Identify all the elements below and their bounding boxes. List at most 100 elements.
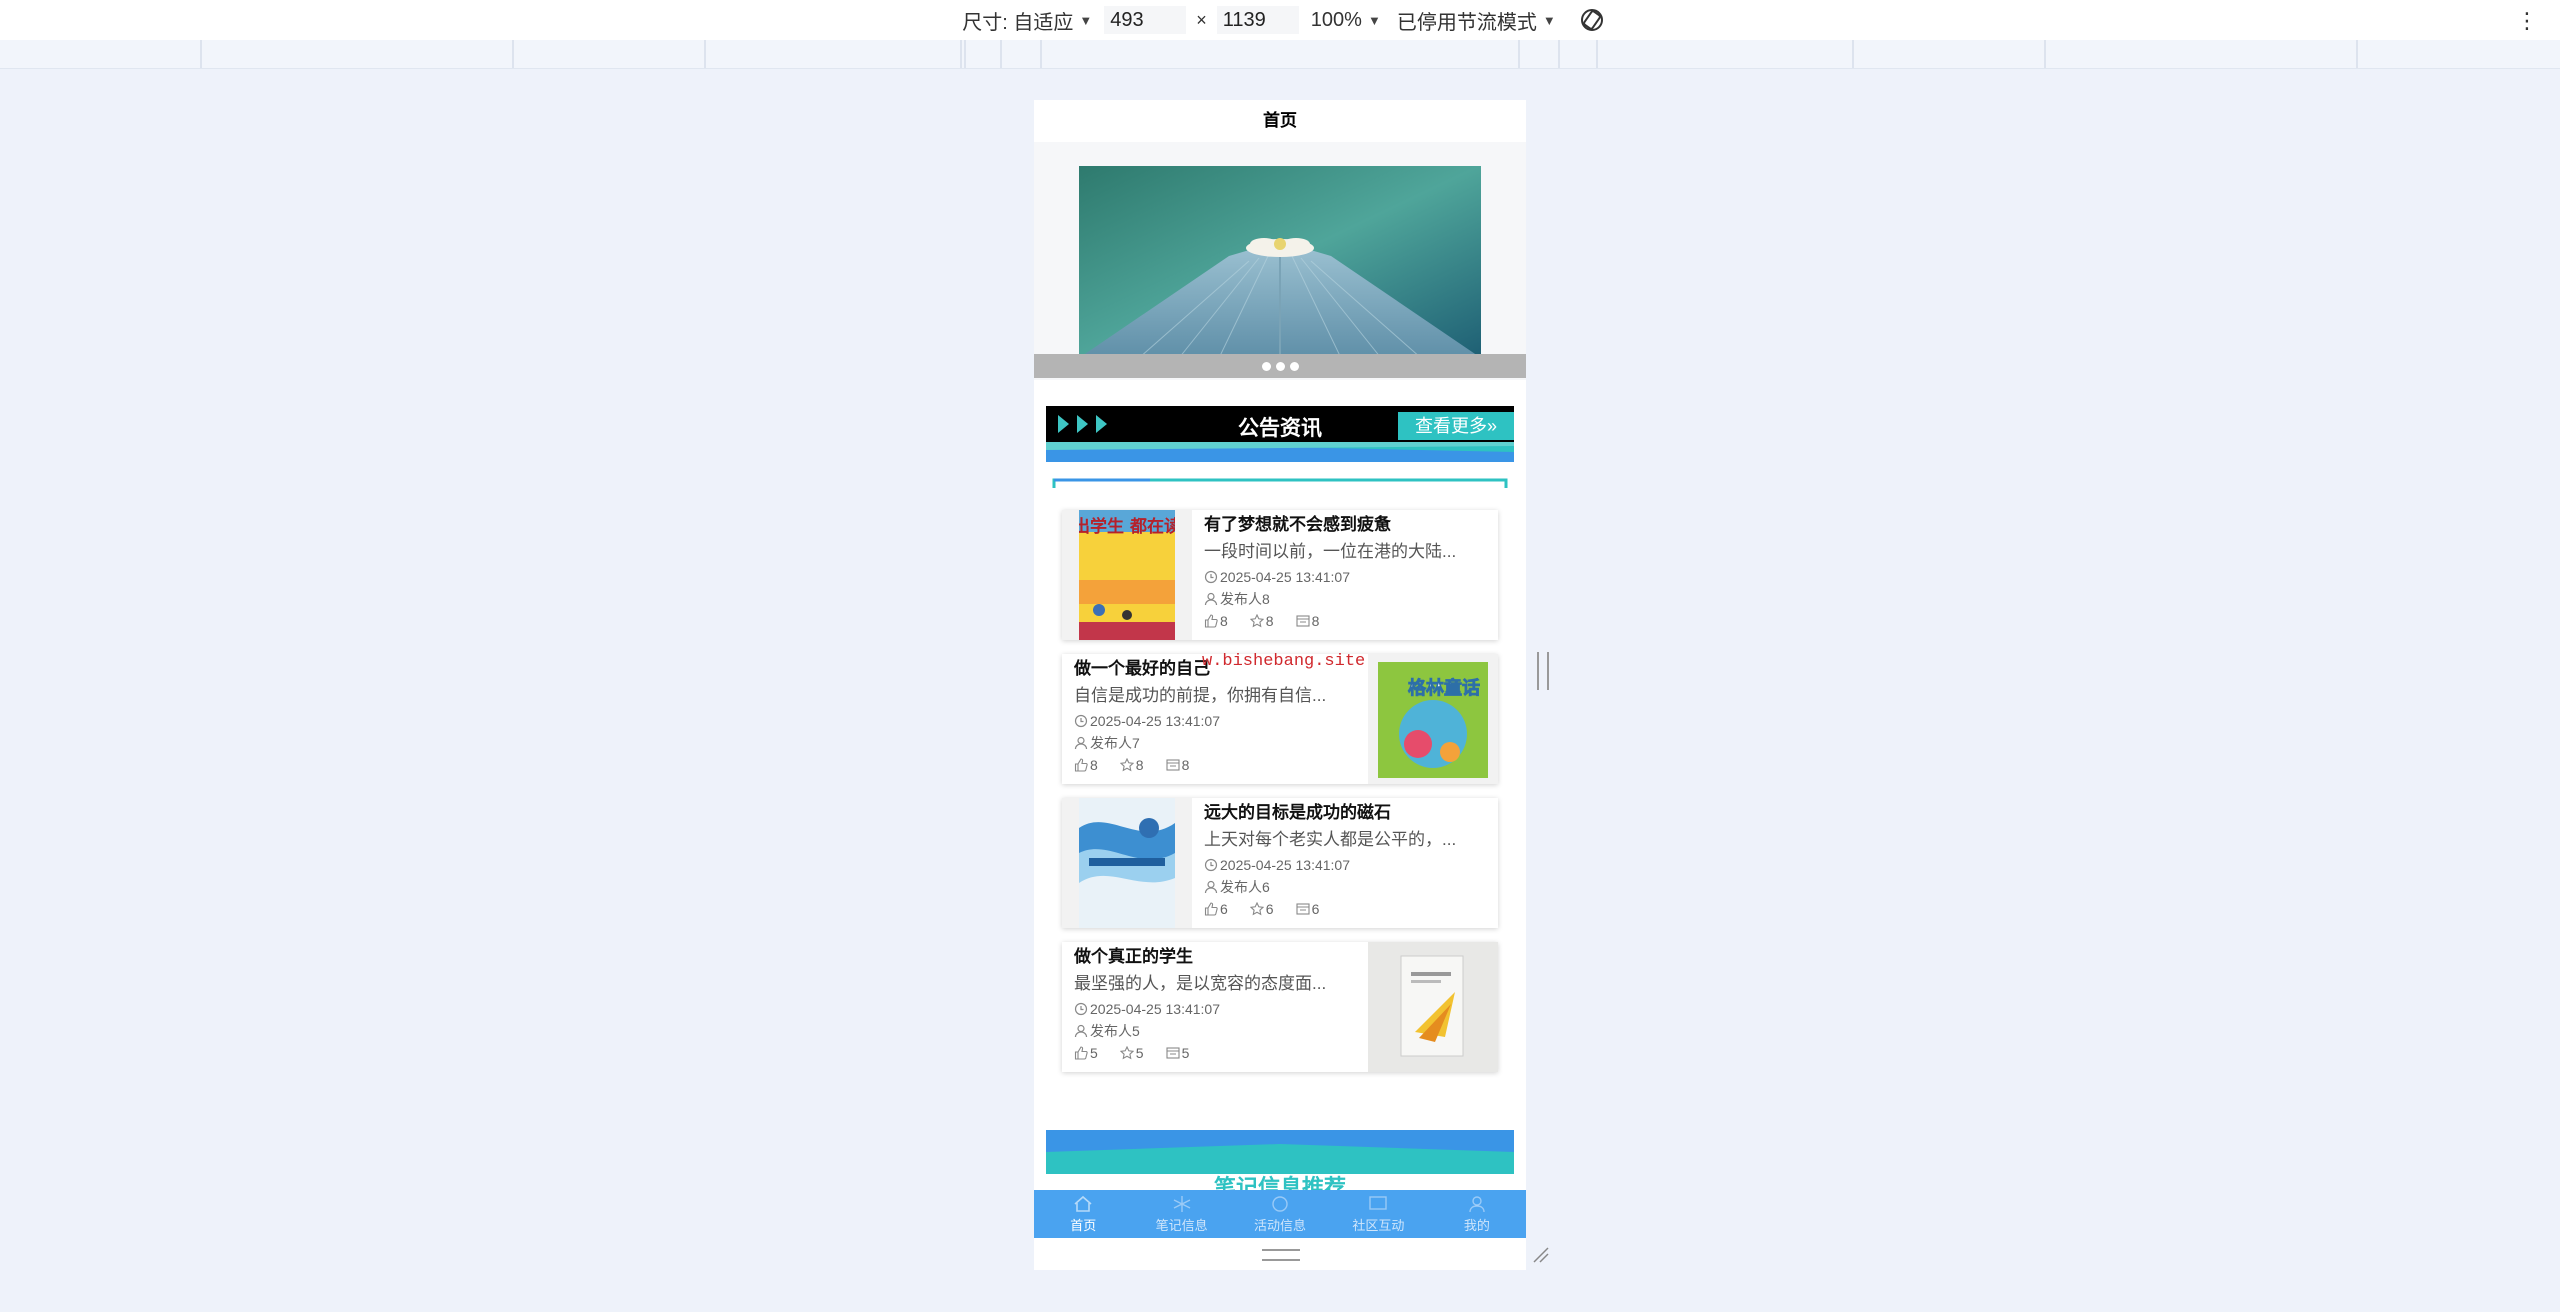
news-description: 一段时间以前，一位在港的大陆...: [1204, 542, 1457, 561]
news-title: 有了梦想就不会感到疲惫: [1204, 515, 1391, 534]
news-time: 2025-04-25 13:41:07: [1074, 998, 1364, 1020]
zoom-dropdown[interactable]: 100% ▼: [1311, 9, 1381, 32]
tab-notes[interactable]: 笔记信息: [1132, 1190, 1230, 1238]
times-sign: ×: [1196, 9, 1207, 30]
news-publisher: 发布人6: [1204, 876, 1494, 898]
home-icon: [1074, 1195, 1092, 1212]
news-item[interactable]: 远大的目标是成功的磁石 上天对每个老实人都是公平的，... 2025-04-25…: [1062, 798, 1498, 928]
clock-icon: [1204, 570, 1218, 584]
svg-text:全世界 杰出学生 都在读的 数学书: 全世界 杰出学生 都在读的 数学书: [1079, 516, 1175, 537]
stars-count: 6: [1265, 901, 1274, 917]
views-icon: [1166, 759, 1180, 771]
news-time: 2025-04-25 13:41:07: [1074, 710, 1364, 732]
section-stripe: [1046, 1130, 1514, 1174]
rotate-icon[interactable]: [1578, 6, 1606, 34]
news-publisher-text: 发布人6: [1220, 879, 1270, 895]
section-title-notes: 笔记信息推荐: [1213, 1175, 1346, 1190]
tab-community[interactable]: 社区互动: [1329, 1190, 1427, 1238]
news-stats: 5 5 5: [1074, 1042, 1364, 1064]
news-content: 有了梦想就不会感到疲惫 一段时间以前，一位在港的大陆... 2025-04-25…: [1204, 510, 1494, 632]
news-content: 做个真正的学生 最坚强的人，是以宽容的态度面... 2025-04-25 13:…: [1074, 942, 1364, 1064]
activity-icon: [1272, 1195, 1288, 1212]
news-title: 远大的目标是成功的磁石: [1204, 803, 1391, 822]
thumb-up-icon: [1074, 1046, 1088, 1060]
dimensions-dropdown[interactable]: 尺寸: 自适应 ▼: [962, 6, 1092, 35]
thumb-up-icon: [1074, 758, 1088, 772]
star-icon: [1119, 1046, 1134, 1060]
media-query-ruler: [0, 40, 2560, 69]
star-icon: [1119, 758, 1134, 772]
more-vertical-icon[interactable]: ⋮: [2516, 8, 2538, 34]
chevron-down-icon: ▼: [1542, 12, 1556, 28]
news-time-text: 2025-04-25 13:41:07: [1220, 857, 1350, 873]
likes-count: 5: [1090, 1045, 1098, 1061]
news-content: 做一个最好的自己 自信是成功的前提，你拥有自信... 2025-04-25 13…: [1074, 654, 1364, 776]
news-thumbnail: 格林童话: [1368, 654, 1498, 784]
tab-mine[interactable]: 我的: [1428, 1190, 1526, 1238]
news-item[interactable]: 全世界 杰出学生 都在读的 数学书 有了梦想就不会感到疲惫 一段时间以前，一位在…: [1062, 510, 1498, 640]
star-icon: [1249, 902, 1264, 916]
news-time-text: 2025-04-25 13:41:07: [1090, 1001, 1220, 1017]
stars-count: 8: [1265, 613, 1274, 629]
news-item[interactable]: 做个真正的学生 最坚强的人，是以宽容的态度面... 2025-04-25 13:…: [1062, 942, 1498, 1072]
likes-count: 6: [1220, 901, 1228, 917]
tab-home[interactable]: 首页: [1034, 1190, 1132, 1238]
zoom-label: 100%: [1310, 8, 1362, 31]
height-input[interactable]: [1216, 6, 1299, 34]
news-stats: 8 8 8: [1074, 754, 1364, 776]
width-input[interactable]: [1104, 6, 1187, 34]
views-count: 8: [1311, 613, 1320, 629]
likes-count: 8: [1220, 613, 1228, 629]
view-more-button[interactable]: 查看更多»: [1398, 412, 1514, 440]
star-icon: [1249, 614, 1264, 628]
news-publisher: 发布人7: [1074, 732, 1364, 754]
notice-section-header: 公告资讯 查看更多»: [1046, 406, 1514, 442]
news-publisher-text: 发布人7: [1090, 735, 1140, 751]
thumb-up-icon: [1204, 902, 1218, 916]
tab-label: 笔记信息: [1155, 1217, 1208, 1233]
chevron-down-icon: ▼: [1079, 12, 1093, 28]
tab-label: 活动信息: [1254, 1217, 1307, 1233]
news-publisher-text: 发布人5: [1090, 1023, 1140, 1039]
section-divider: [1052, 478, 1508, 488]
news-publisher: 发布人5: [1074, 1020, 1364, 1042]
tab-label: 我的: [1463, 1217, 1490, 1233]
clock-icon: [1074, 1002, 1088, 1016]
resize-corner-icon[interactable]: [1530, 1244, 1550, 1264]
resize-handle-right[interactable]: [1537, 652, 1549, 690]
svg-text:格林童话: 格林童话: [1408, 677, 1480, 699]
views-icon: [1296, 615, 1310, 627]
stars-count: 5: [1135, 1045, 1144, 1061]
content-overlay: 公告资讯 查看更多» 全世界 杰出学生 都在读的 数学书: [1034, 100, 1526, 1190]
views-icon: [1166, 1047, 1180, 1059]
news-time: 2025-04-25 13:41:07: [1204, 854, 1494, 876]
news-stats: 8 8 8: [1204, 610, 1494, 632]
throttle-label: 已停用节流模式: [1396, 11, 1537, 34]
resize-handle-bottom[interactable]: [1262, 1249, 1300, 1261]
news-item[interactable]: 做一个最好的自己 自信是成功的前提，你拥有自信... 2025-04-25 13…: [1062, 652, 1498, 784]
clock-icon: [1204, 858, 1218, 872]
section-stripe: [1046, 442, 1514, 462]
community-icon: [1369, 1195, 1388, 1210]
news-description: 自信是成功的前提，你拥有自信...: [1074, 686, 1327, 705]
user-icon: [1074, 736, 1088, 750]
news-thumbnail: [1062, 798, 1192, 928]
throttle-dropdown[interactable]: 已停用节流模式 ▼: [1397, 6, 1556, 35]
views-count: 8: [1181, 757, 1190, 773]
user-icon: [1204, 592, 1218, 606]
tab-label: 社区互动: [1352, 1217, 1405, 1233]
news-stats: 6 6 6: [1204, 898, 1494, 920]
news-publisher: 发布人8: [1204, 588, 1494, 610]
notes-icon: [1173, 1195, 1190, 1212]
news-time: 2025-04-25 13:41:07: [1204, 566, 1494, 588]
likes-count: 8: [1090, 757, 1098, 773]
tab-label: 首页: [1070, 1217, 1097, 1233]
news-description: 最坚强的人，是以宽容的态度面...: [1074, 974, 1327, 993]
user-icon: [1074, 1024, 1088, 1038]
watermark-text: w.bishebang.site: [1202, 652, 1366, 671]
news-thumbnail: [1368, 942, 1498, 1072]
tab-activity[interactable]: 活动信息: [1231, 1190, 1329, 1238]
user-icon: [1469, 1195, 1485, 1212]
news-description: 上天对每个老实人都是公平的，...: [1204, 830, 1457, 849]
user-icon: [1204, 880, 1218, 894]
